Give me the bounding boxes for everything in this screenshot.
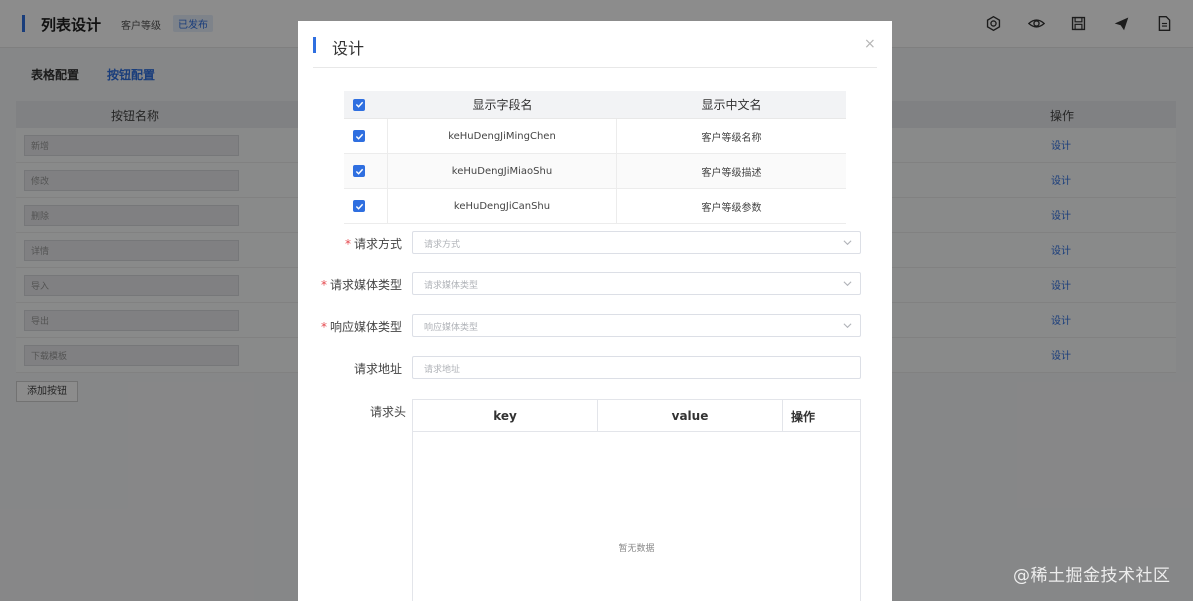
request-media-placeholder: 请求媒体类型 (424, 281, 479, 291)
request-headers-label: 请求头 (370, 405, 407, 419)
close-icon[interactable]: × (864, 36, 876, 52)
headers-table-header: key value 操作 (413, 400, 860, 432)
field-table-header: 显示字段名 显示中文名 (344, 91, 846, 119)
method-placeholder: 请求方式 (424, 240, 461, 250)
select-all-checkbox[interactable] (353, 98, 365, 111)
table-row: keHuDengJiMiaoShu 客户等级描述 (344, 154, 846, 189)
chinese-name-cell: 客户等级名称 (701, 132, 762, 144)
url-placeholder: 请求地址 (424, 365, 461, 375)
request-headers-table: key value 操作 暂无数据 (412, 399, 861, 601)
field-name-cell: keHuDengJiMingChen (388, 119, 617, 153)
field-name-cell: keHuDengJiMiaoShu (388, 154, 617, 188)
form-row-url: 请求地址 请求地址 (298, 356, 892, 380)
method-label: * 请求方式 (344, 237, 402, 251)
request-media-select[interactable]: 请求媒体类型 (412, 272, 861, 295)
row-checkbox[interactable] (353, 130, 365, 142)
empty-data-text: 暂无数据 (618, 544, 655, 554)
dialog-title-accent (313, 37, 316, 53)
chinese-name-cell: 客户等级描述 (701, 167, 762, 179)
request-media-label: * 请求媒体类型 (320, 278, 402, 292)
field-name-cell: keHuDengJiCanShu (388, 189, 617, 223)
watermark: @稀土掘金技术社区 (1013, 566, 1171, 586)
table-row: keHuDengJiCanShu 客户等级参数 (344, 189, 846, 224)
dialog-title: 设计 (332, 39, 365, 58)
column-chinese-name: 显示中文名 (701, 98, 762, 112)
row-checkbox[interactable] (353, 200, 365, 212)
field-table: 显示字段名 显示中文名 keHuDengJiMingChen 客户等级名称 ke… (344, 91, 846, 224)
column-operation: 操作 (791, 410, 816, 424)
url-input[interactable]: 请求地址 (412, 356, 861, 379)
column-key: key (413, 400, 598, 431)
form-row-method: * 请求方式 请求方式 (298, 231, 892, 255)
dialog-divider (313, 67, 877, 68)
column-field-name: 显示字段名 (472, 98, 533, 112)
table-row: keHuDengJiMingChen 客户等级名称 (344, 119, 846, 154)
design-dialog: 设计 × 显示字段名 显示中文名 keHuDengJiMingChen 客户等级… (298, 21, 892, 601)
method-select[interactable]: 请求方式 (412, 231, 861, 254)
response-media-placeholder: 响应媒体类型 (424, 323, 479, 333)
response-media-label: * 响应媒体类型 (320, 320, 402, 334)
form-row-response-media: * 响应媒体类型 响应媒体类型 (298, 314, 892, 338)
chevron-down-icon (843, 281, 852, 287)
required-mark: * (344, 237, 351, 251)
required-mark: * (320, 278, 327, 292)
url-label: 请求地址 (353, 362, 402, 376)
form-row-request-media: * 请求媒体类型 请求媒体类型 (298, 272, 892, 296)
response-media-select[interactable]: 响应媒体类型 (412, 314, 861, 337)
column-value: value (598, 400, 783, 431)
row-checkbox[interactable] (353, 165, 365, 177)
required-mark: * (320, 320, 327, 334)
chevron-down-icon (843, 240, 852, 246)
chevron-down-icon (843, 323, 852, 329)
chinese-name-cell: 客户等级参数 (701, 202, 762, 214)
